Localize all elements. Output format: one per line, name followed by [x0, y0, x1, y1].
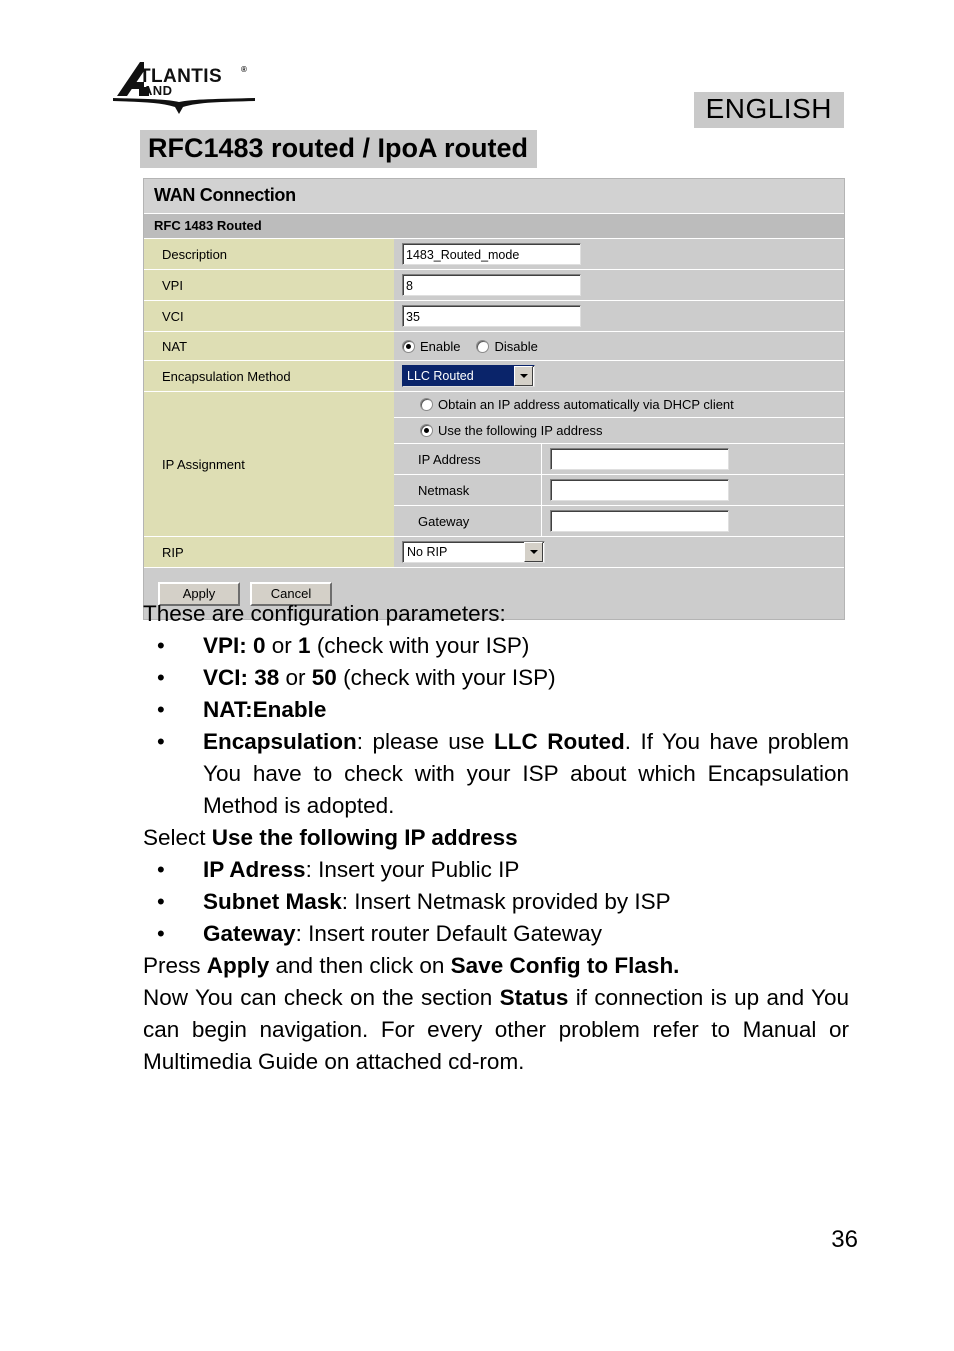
page-number: 36	[831, 1226, 858, 1253]
row-vci: VCI	[144, 301, 844, 332]
panel-subtitle: RFC 1483 Routed	[144, 214, 844, 239]
value-ip-address	[542, 444, 844, 474]
value-description	[394, 239, 844, 269]
list-item: • Encapsulation: please use LLC Routed. …	[143, 726, 849, 822]
row-nat: NAT Enable Disable	[144, 332, 844, 361]
wan-connection-panel: WAN Connection RFC 1483 Routed Descripti…	[143, 178, 845, 620]
value-nat: Enable Disable	[394, 332, 844, 360]
label-encapsulation: Encapsulation Method	[144, 361, 394, 391]
press-apply-line: Press Apply and then click on Save Confi…	[143, 953, 680, 978]
value-encapsulation: LLC Routed	[394, 361, 844, 391]
ip-assignment-body: Obtain an IP address automatically via D…	[394, 392, 844, 536]
intro-line: These are configuration parameters:	[143, 601, 506, 626]
value-netmask	[542, 475, 844, 505]
page-title: RFC1483 routed / IpoA routed	[140, 130, 538, 169]
parameter-bullet-list: • VPI: 0 or 1 (check with your ISP) • VC…	[143, 630, 849, 822]
label-ip-address: IP Address	[394, 444, 542, 474]
list-item: • IP Adress: Insert your Public IP	[143, 854, 849, 886]
bullet-text: VPI: 0 or 1 (check with your ISP)	[203, 633, 530, 658]
row-netmask: Netmask	[394, 475, 844, 506]
label-rip: RIP	[144, 537, 394, 567]
list-item: • VPI: 0 or 1 (check with your ISP)	[143, 630, 849, 662]
row-ip-assignment: IP Assignment Obtain an IP address autom…	[144, 392, 844, 537]
vci-input[interactable]	[402, 305, 581, 327]
nat-enable-radio[interactable]: Enable	[402, 339, 460, 354]
encapsulation-select-value: LLC Routed	[403, 366, 514, 386]
value-rip: No RIP	[394, 537, 844, 567]
nat-enable-label: Enable	[420, 338, 461, 354]
ip-assignment-dhcp-radio[interactable]: Obtain an IP address automatically via D…	[394, 392, 844, 418]
bullet-icon: •	[157, 921, 165, 946]
bullet-icon: •	[157, 857, 165, 882]
chevron-down-icon[interactable]	[524, 542, 543, 562]
row-ip-address: IP Address	[394, 444, 844, 475]
bullet-icon: •	[157, 889, 165, 914]
bullet-text: Subnet Mask: Insert Netmask provided by …	[203, 889, 671, 914]
bullet-text: Gateway: Insert router Default Gateway	[203, 921, 602, 946]
select-line: Select Use the following IP address	[143, 825, 518, 850]
encapsulation-select[interactable]: LLC Routed	[402, 365, 535, 387]
bullet-text: VCI: 38 or 50 (check with your ISP)	[203, 665, 556, 690]
panel-title: WAN Connection	[144, 179, 844, 214]
value-vpi	[394, 270, 844, 300]
ip-assignment-static-radio[interactable]: Use the following IP address	[394, 418, 844, 444]
label-gateway: Gateway	[394, 506, 542, 536]
label-nat: NAT	[144, 332, 394, 360]
list-item: • Gateway: Insert router Default Gateway	[143, 918, 849, 950]
value-gateway	[542, 506, 844, 536]
bullet-text: Encapsulation: please use LLC Routed. If…	[203, 729, 850, 818]
ip-address-input[interactable]	[550, 448, 729, 470]
chevron-down-icon[interactable]	[514, 366, 533, 386]
row-rip: RIP No RIP	[144, 537, 844, 568]
ip-assignment-dhcp-label: Obtain an IP address automatically via D…	[438, 397, 734, 412]
list-item: • Subnet Mask: Insert Netmask provided b…	[143, 886, 849, 918]
radio-indicator-icon	[420, 398, 433, 411]
row-encapsulation: Encapsulation Method LLC Routed	[144, 361, 844, 392]
bullet-icon: •	[157, 729, 165, 754]
bullet-icon: •	[157, 633, 165, 658]
netmask-input[interactable]	[550, 479, 729, 501]
radio-indicator-icon	[476, 339, 490, 353]
gateway-input[interactable]	[550, 510, 729, 532]
list-item: • VCI: 38 or 50 (check with your ISP)	[143, 662, 849, 694]
description-input[interactable]	[402, 243, 581, 265]
instruction-text: These are configuration parameters: • VP…	[143, 598, 849, 1078]
page-header: TLANTIS ® AND ENGLISH	[0, 0, 954, 130]
rip-select-value: No RIP	[407, 545, 448, 559]
rip-select[interactable]: No RIP	[402, 541, 545, 563]
list-item: • NAT:Enable	[143, 694, 849, 726]
atlantis-land-logo: TLANTIS ® AND	[113, 58, 263, 120]
nat-disable-radio[interactable]: Disable	[476, 338, 538, 354]
bullet-icon: •	[157, 697, 165, 722]
vpi-input[interactable]	[402, 274, 581, 296]
label-vpi: VPI	[144, 270, 394, 300]
nat-disable-label: Disable	[494, 338, 538, 354]
closing-paragraph: Now You can check on the section Status …	[143, 985, 849, 1074]
label-netmask: Netmask	[394, 475, 542, 505]
value-vci	[394, 301, 844, 331]
radio-indicator-icon	[420, 424, 433, 437]
row-description: Description	[144, 239, 844, 270]
row-vpi: VPI	[144, 270, 844, 301]
label-vci: VCI	[144, 301, 394, 331]
language-badge: ENGLISH	[693, 92, 844, 128]
svg-text:®: ®	[241, 65, 247, 74]
ip-bullet-list: • IP Adress: Insert your Public IP • Sub…	[143, 854, 849, 950]
ip-assignment-static-label: Use the following IP address	[438, 423, 603, 438]
bullet-text: IP Adress: Insert your Public IP	[203, 857, 520, 882]
bullet-icon: •	[157, 665, 165, 690]
label-ip-assignment: IP Assignment	[144, 392, 394, 536]
label-description: Description	[144, 239, 394, 269]
radio-indicator-icon	[402, 339, 415, 353]
bullet-text: NAT:Enable	[203, 697, 327, 722]
row-gateway: Gateway	[394, 506, 844, 536]
